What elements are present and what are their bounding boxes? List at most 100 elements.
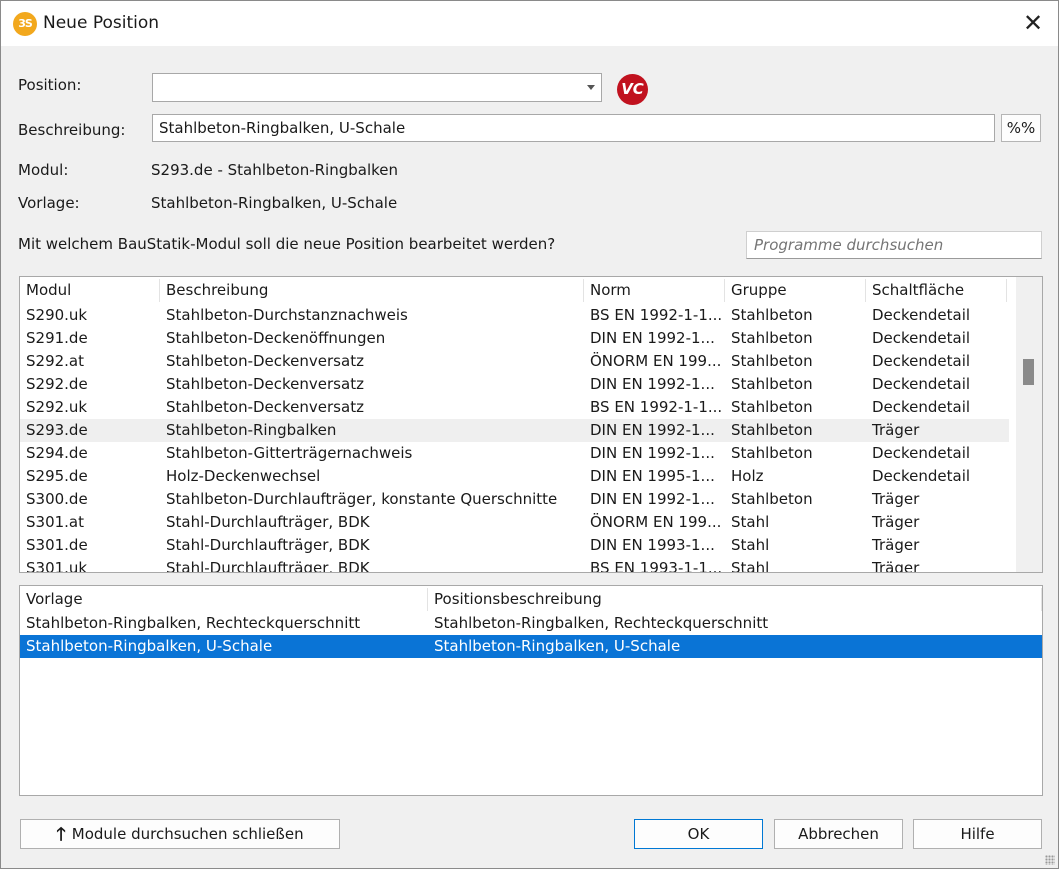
modules-table-column-header[interactable]: Beschreibung	[160, 279, 584, 302]
vorlage-value: Stahlbeton-Ringbalken, U-Schale	[151, 194, 398, 212]
table-cell: Stahlbeton	[731, 444, 813, 462]
table-cell: Stahl	[731, 536, 770, 554]
table-cell: Träger	[872, 536, 920, 554]
table-cell: ÖNORM EN 199...	[590, 513, 722, 531]
table-row[interactable]: S294.de Stahlbeton-Gitterträgernachweis DI…	[20, 442, 1009, 465]
table-row[interactable]: S292.at Stahlbeton-Deckenversatz ÖNORM EN …	[20, 350, 1009, 373]
table-row[interactable]: S301.de Stahl-Durchlaufträger, BDK DIN EN …	[20, 534, 1009, 557]
table-cell: S291.de	[26, 329, 88, 347]
beschreibung-input[interactable]	[152, 114, 995, 142]
table-cell: S294.de	[26, 444, 88, 462]
table-cell: Träger	[872, 421, 920, 439]
table-cell: S301.de	[26, 536, 88, 554]
module-question: Mit welchem BauStatik-Modul soll die neu…	[18, 235, 556, 253]
position-combobox[interactable]	[152, 73, 602, 102]
title-bar: 3S Neue Position ✕	[1, 1, 1058, 46]
table-cell: DIN EN 1992-1...	[590, 329, 715, 347]
table-cell: DIN EN 1992-1...	[590, 490, 715, 508]
ok-button[interactable]: OK	[634, 819, 763, 849]
table-row[interactable]: S291.de Stahlbeton-Deckenöffnungen DIN EN …	[20, 327, 1009, 350]
program-search-input[interactable]	[746, 231, 1042, 259]
table-cell: Stahlbeton	[731, 398, 813, 416]
table-cell: Stahlbeton	[731, 352, 813, 370]
table-cell: S292.at	[26, 352, 84, 370]
modules-table-column-header[interactable]: Norm	[584, 279, 725, 302]
table-cell: S292.de	[26, 375, 88, 393]
table-cell: Stahlbeton-Ringbalken, U-Schale	[26, 637, 273, 655]
modul-value: S293.de - Stahlbeton-Ringbalken	[151, 161, 399, 179]
table-cell: S290.uk	[26, 306, 88, 324]
table-row[interactable]: S295.de Holz-Deckenwechsel DIN EN 1995-1..…	[20, 465, 1009, 488]
templates-table-column-header[interactable]: Vorlage	[20, 588, 428, 611]
table-cell: Deckendetail	[872, 398, 971, 416]
modules-table[interactable]: Modul Beschreibung Norm Gruppe Schaltfläche S…	[19, 276, 1043, 573]
modules-table-column-header[interactable]: Schaltfläche	[866, 279, 1007, 302]
position-label: Position:	[18, 76, 82, 94]
table-cell: Deckendetail	[872, 306, 971, 324]
table-cell: S293.de	[26, 421, 88, 439]
table-cell: Träger	[872, 513, 920, 531]
cancel-button[interactable]: Abbrechen	[774, 819, 903, 849]
browse-modules-label: Module durchsuchen schließen	[71, 825, 304, 843]
beschreibung-label: Beschreibung:	[18, 121, 126, 139]
scrollbar-thumb[interactable]	[1023, 359, 1034, 385]
table-row[interactable]: S300.de Stahlbeton-Durchlaufträger, konst…	[20, 488, 1009, 511]
help-button[interactable]: Hilfe	[913, 819, 1042, 849]
percent-button[interactable]: %%	[1001, 114, 1041, 142]
table-row[interactable]: S301.at Stahl-Durchlaufträger, BDK ÖNORM E…	[20, 511, 1009, 534]
table-cell: Stahlbeton-Durchstanznachweis	[166, 306, 408, 324]
table-cell: Stahl-Durchlaufträger, BDK	[166, 513, 370, 531]
modul-label: Modul:	[18, 161, 69, 179]
table-cell: Stahlbeton-Deckenversatz	[166, 352, 364, 370]
table-row[interactable]: Stahlbeton-Ringbalken, Rechteckquerschni…	[20, 612, 1042, 635]
table-cell: Stahl-Durchlaufträger, BDK	[166, 536, 370, 554]
table-cell: Deckendetail	[872, 467, 971, 485]
templates-table-column-header[interactable]: Positionsbeschreibung	[428, 588, 1042, 611]
table-cell: Stahlbeton	[731, 375, 813, 393]
templates-table[interactable]: Vorlage Positionsbeschreibung Stahlbeton-R…	[19, 585, 1043, 796]
table-cell: Stahlbeton	[731, 490, 813, 508]
table-row[interactable]: S292.de Stahlbeton-Deckenversatz DIN EN 19…	[20, 373, 1009, 396]
resize-grip-icon[interactable]	[1045, 855, 1055, 865]
table-cell: Stahl	[731, 513, 770, 531]
table-cell: S295.de	[26, 467, 88, 485]
table-cell: DIN EN 1993-1...	[590, 536, 715, 554]
table-cell: Stahlbeton-Gitterträgernachweis	[166, 444, 413, 462]
modules-scrollbar[interactable]	[1016, 277, 1042, 572]
table-cell: S301.uk	[26, 559, 88, 573]
table-cell: Stahlbeton-Ringbalken, Rechteckquerschni…	[434, 614, 769, 632]
table-cell: Träger	[872, 559, 920, 573]
table-cell: Stahl	[731, 559, 770, 573]
table-row[interactable]: S290.uk Stahlbeton-Durchstanznachweis BS E…	[20, 304, 1009, 327]
table-cell: DIN EN 1992-1...	[590, 421, 715, 439]
table-cell: Stahlbeton-Ringbalken, Rechteckquerschni…	[26, 614, 361, 632]
table-cell: Stahlbeton-Deckenversatz	[166, 398, 364, 416]
close-button[interactable]: ✕	[1009, 1, 1057, 46]
table-cell: BS EN 1992-1-1...	[590, 398, 723, 416]
browse-modules-button[interactable]: 🡑 Module durchsuchen schließen	[20, 819, 340, 849]
templates-table-header: Vorlage Positionsbeschreibung	[20, 588, 1042, 611]
table-cell: Stahlbeton-Ringbalken, U-Schale	[434, 637, 681, 655]
table-cell: Deckendetail	[872, 375, 971, 393]
modules-table-column-header[interactable]: Modul	[20, 279, 160, 302]
table-cell: ÖNORM EN 199...	[590, 352, 722, 370]
table-row[interactable]: S292.uk Stahlbeton-Deckenversatz BS EN 199…	[20, 396, 1009, 419]
table-cell: S300.de	[26, 490, 88, 508]
arrow-up-icon: 🡑	[56, 824, 66, 845]
table-cell: Holz	[731, 467, 764, 485]
table-cell: DIN EN 1992-1...	[590, 375, 715, 393]
table-cell: Stahlbeton-Ringbalken	[166, 421, 337, 439]
table-cell: S292.uk	[26, 398, 88, 416]
table-cell: Stahlbeton	[731, 306, 813, 324]
chevron-down-icon[interactable]	[587, 85, 595, 90]
table-row[interactable]: S293.de Stahlbeton-Ringbalken DIN EN 1992-…	[20, 419, 1009, 442]
vc-icon[interactable]: VC	[617, 74, 648, 105]
table-cell: BS EN 1993-1-1...	[590, 559, 723, 573]
table-cell: Stahlbeton	[731, 421, 813, 439]
modules-table-column-header[interactable]: Gruppe	[725, 279, 866, 302]
table-cell: Stahlbeton-Deckenversatz	[166, 375, 364, 393]
dialog-window: 3S Neue Position ✕ Position: VC Beschrei…	[0, 0, 1059, 869]
table-cell: Deckendetail	[872, 444, 971, 462]
table-row[interactable]: S301.uk Stahl-Durchlaufträger, BDK BS EN 1…	[20, 557, 1009, 573]
table-row[interactable]: Stahlbeton-Ringbalken, U-Schale Stahlbeto…	[20, 635, 1042, 658]
